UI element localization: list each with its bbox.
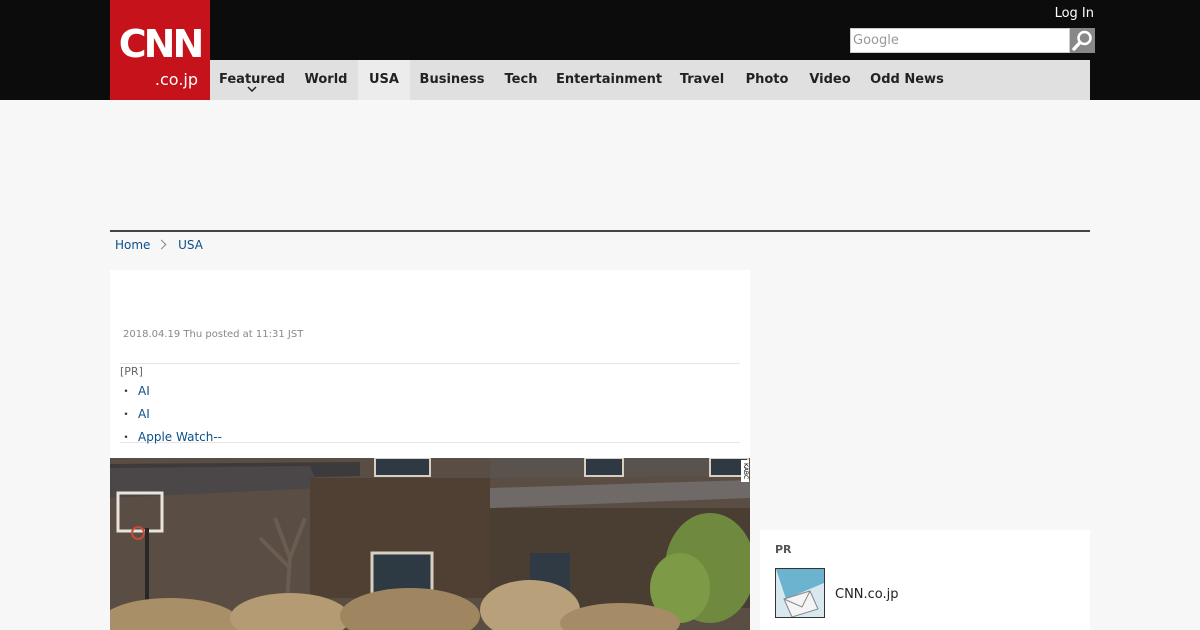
article-dateline: 2018.04.19 Thu posted at 11:31 JST [123,329,304,340]
nav-item-label: Entertainment [555,72,663,87]
nav-item-business[interactable]: Business [410,60,494,100]
nav-item-label: Tech [504,72,538,87]
nav-item-world[interactable]: World [294,60,358,100]
section-divider [110,230,1090,232]
nav-item-label: Odd News [870,72,944,87]
nav-item-entertainment[interactable]: Entertainment [548,60,670,100]
pr-link-text: Apple Watch-- [138,430,223,444]
bullet-dot: ・ [120,407,133,421]
article-photo: KABC [110,458,750,630]
nav-item-featured[interactable]: Featured [210,60,294,100]
nav-item-usa[interactable]: USA [358,60,410,100]
pr-links-block: [PR] ・ AI ・ AI ・ Apple Watch-- [120,363,740,445]
nav-item-travel[interactable]: Travel [670,60,734,100]
pr-link[interactable]: ・ Apple Watch-- [120,428,222,445]
search-button[interactable] [1070,28,1095,53]
bullet-dot: ・ [120,430,133,444]
nav-item-label: Featured [219,72,285,87]
nav-item-label: USA [369,72,399,87]
pr-link[interactable]: ・ AI [120,382,150,399]
login-link[interactable]: Log In [1055,6,1094,21]
bullet-dot: ・ [120,384,133,398]
breadcrumb-home[interactable]: Home [115,238,150,252]
pr-label: [PR] [120,365,143,378]
pr-thumbnail[interactable] [775,568,825,618]
search-input[interactable] [850,28,1070,53]
pr-item-link[interactable]: CNN.co.jp [835,587,899,602]
nav-item-label: Video [809,72,851,87]
chevron-right-icon [156,239,167,250]
logo-sub-text: .co.jp [154,70,198,89]
photo-watermark: KABC [741,460,749,482]
pr-link-text: AI [138,384,150,398]
nav-item-label: Photo [745,72,789,87]
magnifier-icon [1072,30,1092,51]
article-card: 2018.04.19 Thu posted at 11:31 JST [PR] … [110,270,750,630]
nav-item-label: Travel [679,72,725,87]
mail-icon [776,569,824,618]
chevron-down-icon [247,86,257,92]
sidebar-pr-box: PR CNN.co.jp [760,530,1090,630]
breadcrumb-current[interactable]: USA [178,238,203,252]
main-nav: Featured World USA Business Tech Enterta… [210,60,1090,100]
nav-item-photo[interactable]: Photo [734,60,800,100]
pr-link[interactable]: ・ AI [120,405,150,422]
house-photo [110,458,750,630]
sidebar-pr-label: PR [775,543,792,556]
pr-link-text: AI [138,407,150,421]
nav-item-label: Business [419,72,485,87]
nav-item-label: World [304,72,348,87]
cnn-logo[interactable]: CNN .co.jp [110,0,210,100]
logo-main-text: CNN [118,22,205,66]
nav-item-tech[interactable]: Tech [494,60,548,100]
nav-item-video[interactable]: Video [800,60,860,100]
breadcrumb: Home USA [115,238,203,252]
nav-item-odd-news[interactable]: Odd News [860,60,954,100]
